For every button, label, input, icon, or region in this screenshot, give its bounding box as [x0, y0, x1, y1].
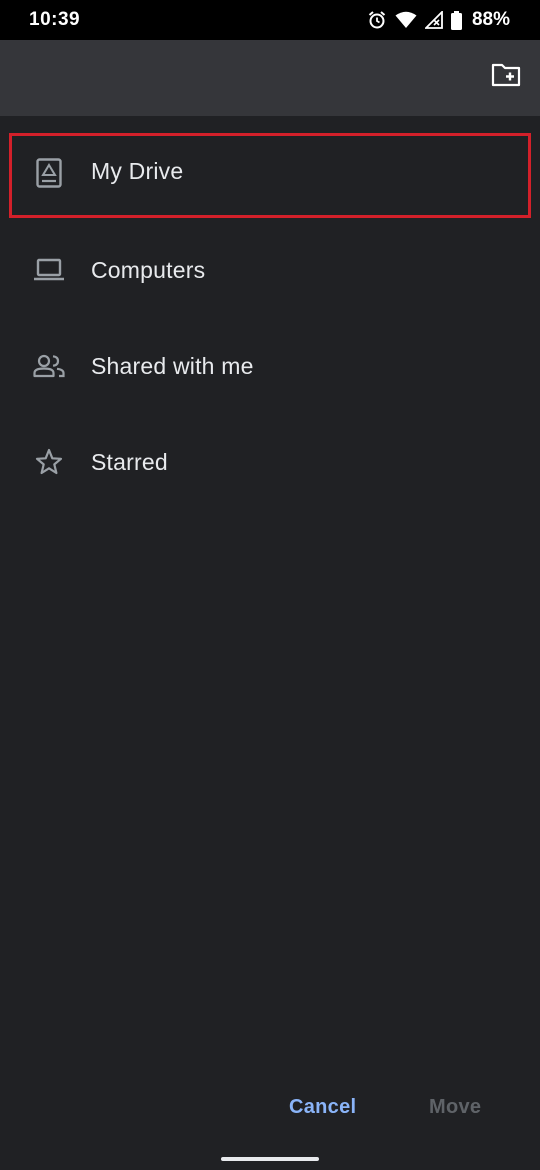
battery-icon: [450, 10, 462, 30]
toolbar: [0, 40, 540, 116]
wifi-icon: [395, 11, 417, 29]
new-folder-button[interactable]: [490, 62, 522, 92]
list-item-starred[interactable]: Starred: [0, 414, 540, 510]
list-item-label: Computers: [91, 256, 206, 283]
list-item-computers[interactable]: Computers: [0, 222, 540, 318]
list-item-label: My Drive: [91, 158, 184, 184]
highlight-box: [9, 133, 531, 218]
laptop-icon: [32, 253, 66, 287]
list-item-label: Starred: [91, 448, 168, 475]
location-list: My Drive Computers Shared with me Starre…: [0, 116, 540, 475]
list-item-label: Shared with me: [91, 352, 254, 379]
battery-percent: 88%: [471, 9, 510, 30]
status-time: 10:39: [29, 9, 81, 30]
alarm-icon: [367, 10, 387, 30]
people-icon: [32, 349, 66, 383]
list-item-my-drive[interactable]: My Drive: [0, 116, 540, 236]
drive-icon: [32, 156, 66, 190]
signal-icon: [424, 11, 443, 29]
move-button[interactable]: Move: [429, 1096, 481, 1119]
home-indicator[interactable]: [221, 1157, 319, 1161]
status-bar: 10:39 88%: [0, 0, 540, 40]
star-icon: [32, 445, 66, 479]
create-folder-icon: [491, 63, 521, 92]
status-icons: 88%: [367, 9, 510, 31]
cancel-button[interactable]: Cancel: [289, 1096, 356, 1119]
list-item-shared-with-me[interactable]: Shared with me: [0, 318, 540, 414]
